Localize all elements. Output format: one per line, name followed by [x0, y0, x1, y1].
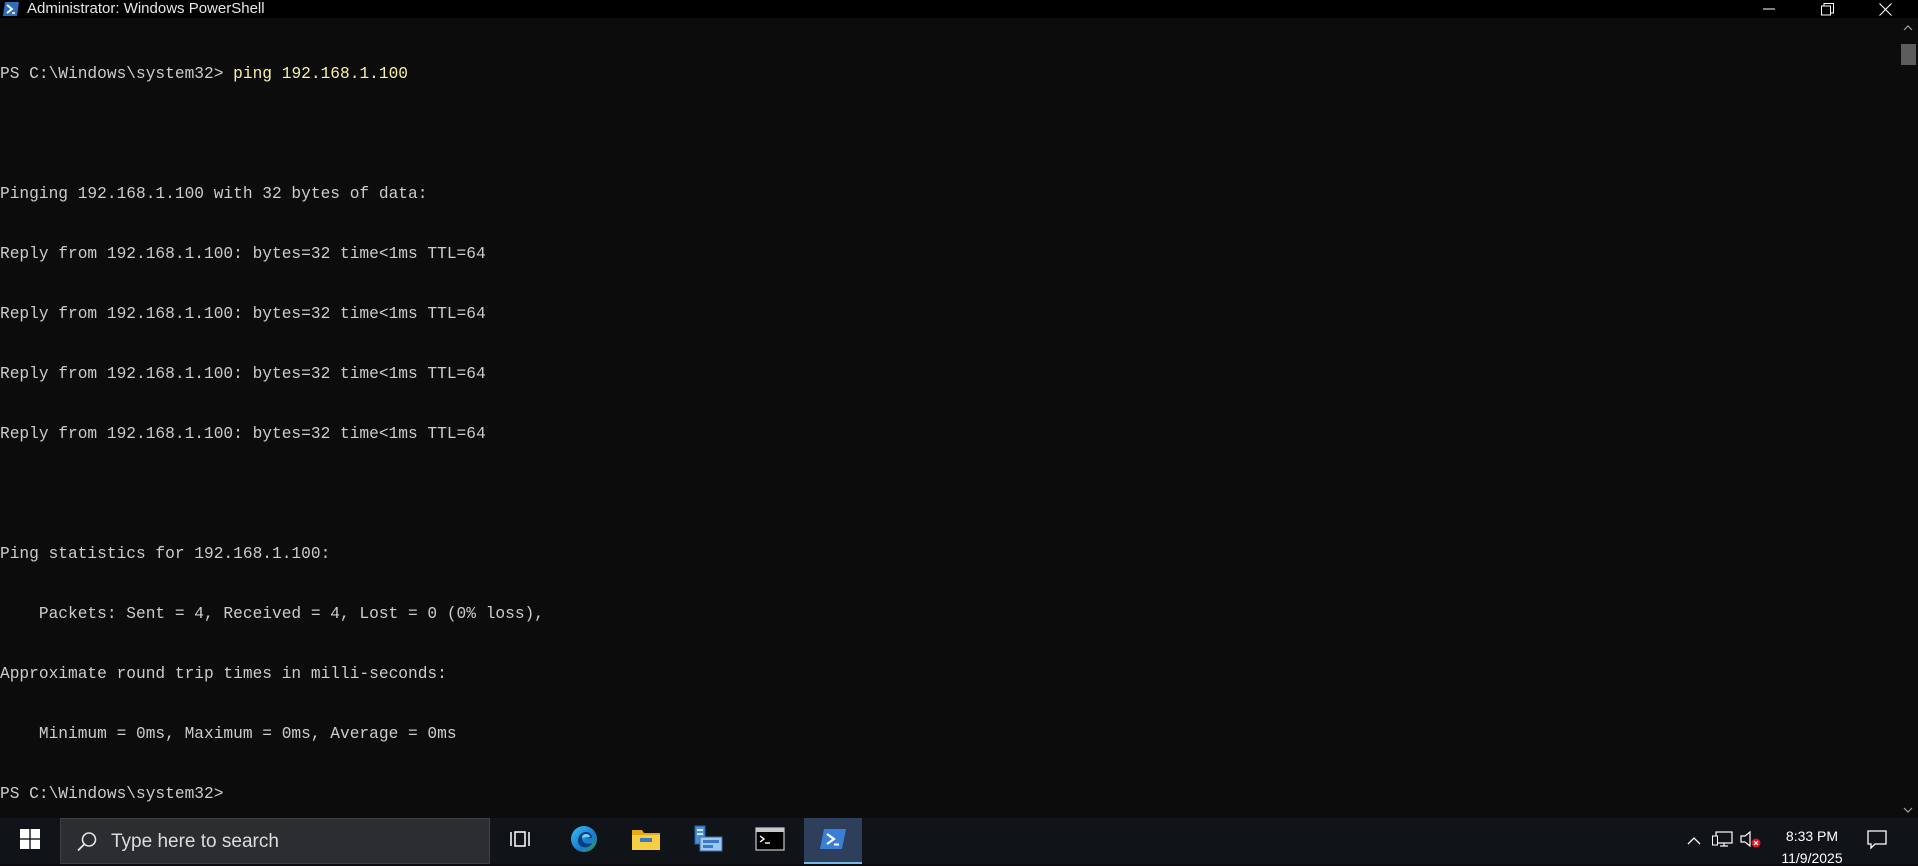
scroll-thumb[interactable]	[1901, 44, 1916, 65]
network-button[interactable]	[1710, 818, 1736, 864]
console-output: PS C:\Windows\system32> ping 192.168.1.1…	[0, 24, 544, 818]
window-title: Administrator: Windows PowerShell	[27, 0, 265, 17]
show-hidden-icons-button[interactable]	[1682, 818, 1706, 864]
title-bar[interactable]: Administrator: Windows PowerShell	[0, 0, 1918, 18]
output-line: Packets: Sent = 4, Received = 4, Lost = …	[0, 605, 544, 623]
output-line: Reply from 192.168.1.100: bytes=32 time<…	[0, 365, 486, 383]
taskbar: Type here to search 8:33 PM 11/9/2025	[0, 818, 1918, 866]
restore-icon	[1820, 2, 1834, 16]
output-line: Reply from 192.168.1.100: bytes=32 time<…	[0, 305, 486, 323]
notification-icon	[1866, 829, 1888, 854]
file-explorer-icon	[631, 826, 661, 857]
chevron-up-icon	[1687, 832, 1701, 850]
chevron-down-icon	[1903, 800, 1913, 818]
vertical-scrollbar[interactable]	[1898, 18, 1918, 818]
notification-center-button[interactable]	[1862, 818, 1892, 864]
console-area[interactable]: PS C:\Windows\system32> ping 192.168.1.1…	[0, 18, 1898, 818]
clock-time: 8:33 PM	[1785, 828, 1839, 844]
windows-start-icon	[20, 828, 40, 854]
powershell-icon	[2, 1, 20, 17]
network-icon	[1712, 830, 1734, 853]
command-line: PS C:\Windows\system32> ping 192.168.1.1…	[0, 64, 544, 84]
final-prompt[interactable]: PS C:\Windows\system32>	[0, 784, 544, 804]
scroll-up-button[interactable]	[1898, 20, 1918, 34]
minimize-icon	[1763, 8, 1775, 10]
chevron-up-icon	[1903, 18, 1913, 36]
powershell-icon	[819, 828, 847, 855]
powershell-taskbar-button[interactable]	[804, 818, 862, 864]
close-button[interactable]	[1856, 0, 1914, 18]
scroll-down-button[interactable]	[1898, 802, 1918, 816]
edge-taskbar-button[interactable]	[560, 818, 608, 864]
prompt: PS C:\Windows\system32>	[0, 65, 224, 83]
cmd-taskbar-button[interactable]	[746, 818, 794, 864]
restore-button[interactable]	[1798, 0, 1856, 18]
search-icon	[75, 830, 99, 854]
taskbar-search-box[interactable]: Type here to search	[60, 818, 490, 864]
command-text: ping 192.168.1.100	[233, 65, 409, 83]
output-line: Ping statistics for 192.168.1.100:	[0, 545, 331, 563]
volume-button[interactable]	[1738, 818, 1764, 864]
output-line: Pinging 192.168.1.100 with 32 bytes of d…	[0, 185, 428, 203]
server-manager-icon	[692, 825, 724, 858]
minimize-button[interactable]	[1740, 0, 1798, 18]
output-line: Approximate round trip times in milli-se…	[0, 665, 447, 683]
output-line: Reply from 192.168.1.100: bytes=32 time<…	[0, 425, 486, 443]
taskbar-clock[interactable]: 8:33 PM 11/9/2025	[1762, 818, 1862, 866]
file-explorer-taskbar-button[interactable]	[622, 818, 670, 864]
close-icon	[1878, 2, 1892, 16]
output-line: Minimum = 0ms, Maximum = 0ms, Average = …	[0, 725, 457, 743]
start-button[interactable]	[0, 818, 60, 864]
output-line: Reply from 192.168.1.100: bytes=32 time<…	[0, 245, 486, 263]
command-prompt-icon	[755, 826, 785, 856]
task-view-icon	[509, 829, 531, 854]
task-view-button[interactable]	[496, 818, 544, 864]
edge-icon	[569, 824, 599, 859]
volume-muted-icon	[1740, 830, 1762, 853]
search-placeholder: Type here to search	[111, 831, 279, 852]
server-manager-taskbar-button[interactable]	[684, 818, 732, 864]
